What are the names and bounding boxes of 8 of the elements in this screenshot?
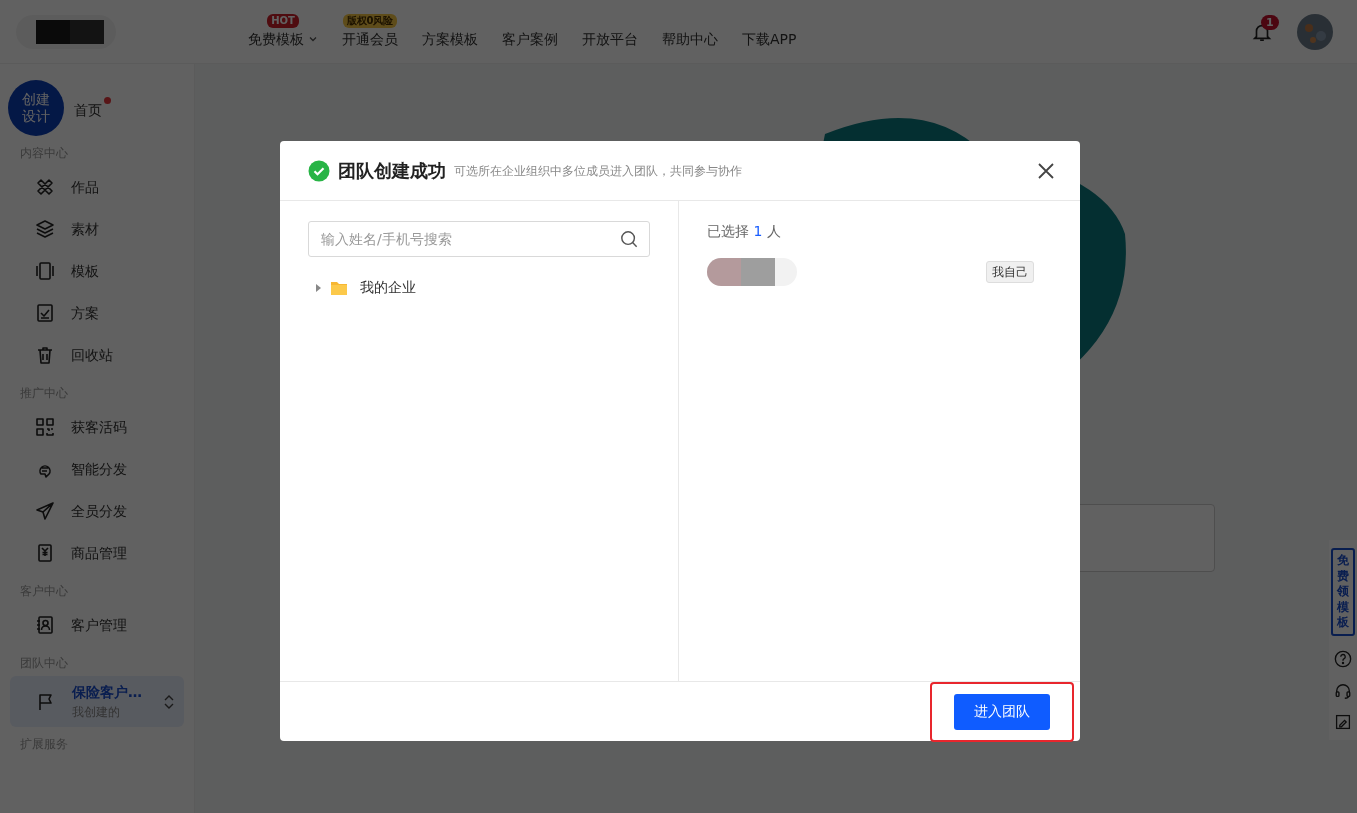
selected-count-label: 已选择 1 人 bbox=[707, 222, 782, 241]
dialog-subtitle: 可选所在企业组织中多位成员进入团队，共同参与协作 bbox=[454, 162, 742, 180]
team-name: 保险客户… bbox=[72, 683, 143, 702]
notification-count: 1 bbox=[1261, 14, 1279, 30]
nav-badge: HOT bbox=[267, 13, 299, 28]
dialog-title: 团队创建成功 bbox=[338, 159, 446, 183]
member-tag: 我自己 bbox=[986, 261, 1034, 283]
nav-badge: 版权0风险 bbox=[342, 13, 398, 28]
